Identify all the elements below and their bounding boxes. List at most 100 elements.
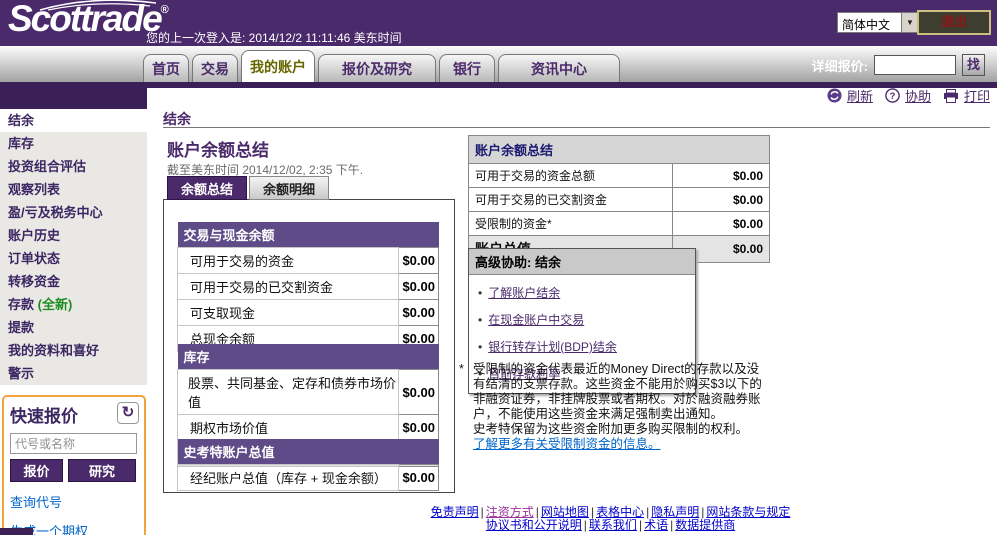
research-button[interactable]: 研究 [68,459,136,482]
quick-quote-symbol-input[interactable] [10,433,137,454]
row-value: $0.00 [399,370,439,415]
print-link[interactable]: 打印 [964,86,990,105]
row-label: 可用于交易的已交割资金 [469,188,673,212]
separator: | [481,505,484,519]
privacy-statement-link[interactable]: 隐私声明 [651,505,699,519]
row-label: 经纪账户总值（库存 + 现金余额） [178,465,399,491]
detailed-quote-label: 详细报价: [812,56,868,75]
site-map-link[interactable]: 网站地图 [541,505,589,519]
sidebar-menu: 结余 库存 投资组合评估 观察列表 盈/亏及税务中心 账户历史 订单状态 转移资… [0,109,147,385]
tab-balance-detail[interactable]: 余额明细 [249,176,329,200]
positions-table-header: 库存 [178,344,439,370]
table-row: 经纪账户总值（库存 + 现金余额）$0.00 [178,465,439,491]
help-icon[interactable]: ? [885,88,900,103]
disclaimer-link[interactable]: 免责声明 [431,505,479,519]
sidebar-item-account-history[interactable]: 账户历史 [0,224,147,247]
quick-quote-buttons: 报价 研究 [10,459,138,482]
scottrade-balances-page: Scottrade® 您的上一次登入是: 2014/12/2 11:11:46 … [0,0,997,535]
funding-methods-link[interactable]: 注资方式 [486,505,534,519]
row-label: 股票、共同基金、定存和债券市场价值 [178,370,399,415]
nav-tab-banking[interactable]: 银行 [439,54,495,83]
nav-tab-info-center[interactable]: 资讯中心 [498,54,620,83]
sidebar-item-positions[interactable]: 库存 [0,132,147,155]
sidebar-item-profile-preferences[interactable]: 我的资料和喜好 [0,339,147,362]
row-value: $0.00 [673,164,770,188]
print-icon[interactable] [943,89,959,103]
row-value: $0.00 [399,300,439,326]
breadcrumb: 结余 [163,109,191,129]
account-total-table: 史考特账户总值 经纪账户总值（库存 + 现金余额）$0.00 [177,439,439,491]
detailed-quote-input[interactable] [874,55,956,75]
account-balance-summary-table: 账户余额总结 可用于交易的资金总额$0.00 可用于交易的已交割资金$0.00 … [468,135,770,263]
detailed-quote-area: 详细报价: 找 [812,54,985,76]
nav-tab-my-account[interactable]: 我的账户 [241,50,315,83]
separator: | [639,518,642,532]
language-select[interactable]: 简体中文 ▼ [837,12,919,33]
svg-text:?: ? [890,91,896,102]
sidebar-item-transfer-funds[interactable]: 转移资金 [0,270,147,293]
logout-button[interactable]: 退出 [917,10,991,35]
nav-tabs: 首页 交易 我的账户 报价及研究 银行 资讯中心 [143,50,620,83]
quick-quote-refresh-icon[interactable]: ↻ [117,402,139,424]
separator: | [536,505,539,519]
deposits-label: 存款 [8,297,34,312]
sidebar-item-alerts[interactable]: 警示 [0,362,147,385]
nav-tab-quotes-research[interactable]: 报价及研究 [318,54,436,83]
footnote-paragraph-2: 史考特保留为这些资金附加更多购买限制的权利。 [473,422,748,436]
help-box-title: 高级协助: 结余 [469,249,695,275]
new-badge: (全新) [38,297,73,312]
row-label: 可支取现金 [178,300,399,326]
balance-tabs: 余额总结 余额明细 [167,176,329,200]
sidebar-item-watch-lists[interactable]: 观察列表 [0,178,147,201]
table-row: 受限制的资金*$0.00 [469,212,770,236]
data-providers-link[interactable]: 数据提供商 [675,518,735,532]
breadcrumb-divider [163,127,990,128]
footnote-paragraph-1: 受限制的资金代表最近的Money Direct的存款以及没有结清的支票存款。这些… [473,362,762,421]
tab-balance-summary[interactable]: 余额总结 [167,176,247,200]
sidebar-item-withdrawals[interactable]: 提款 [0,316,147,339]
table-row: 期权市场价值$0.00 [178,415,439,441]
footer-links: 免责声明|注资方式|网站地图|表格中心|隐私声明|网站条款与规定 协议书和公开说… [378,506,843,532]
sidebar-item-balances[interactable]: 结余 [0,109,147,132]
refresh-icon[interactable] [827,88,842,103]
bottom-left-purple-block [0,528,33,535]
restricted-funds-info-link[interactable]: 了解更多有关受限制资金的信息。 [473,437,661,451]
table-row: 可用于交易的资金总额$0.00 [469,164,770,188]
understand-balances-link[interactable]: 了解账户结余 [488,286,560,300]
refresh-link[interactable]: 刷新 [847,86,873,105]
row-value: $0.00 [399,248,439,274]
quote-button[interactable]: 报价 [10,459,63,482]
page-toolbar: 刷新 ? 协助 打印 [827,86,990,105]
row-label: 受限制的资金* [469,212,673,236]
bdp-balances-link[interactable]: 银行转存计划(BDP)结余 [488,340,617,354]
footnote-text: 受限制的资金代表最近的Money Direct的存款以及没有结清的支票存款。这些… [473,362,771,452]
contact-us-link[interactable]: 联系我们 [589,518,637,532]
logo-swoosh-icon [38,0,158,11]
row-label: 期权市场价值 [178,415,399,441]
agreements-disclosures-link[interactable]: 协议书和公开说明 [486,518,582,532]
sidebar-item-portfolio-review[interactable]: 投资组合评估 [0,155,147,178]
nav-tab-home[interactable]: 首页 [143,54,189,83]
quick-quote-panel: 快速报价 ↻ 报价 研究 查询代号 生成一个期权 [2,395,146,535]
summary-table-header: 账户余额总结 [469,136,770,164]
sidebar-item-deposits[interactable]: 存款 (全新) [0,293,147,316]
find-quote-button[interactable]: 找 [962,54,985,76]
separator: | [646,505,649,519]
row-value: $0.00 [673,212,770,236]
table-row: 可用于交易的已交割资金$0.00 [469,188,770,212]
nav-tab-trade[interactable]: 交易 [192,54,238,83]
row-label: 可用于交易的已交割资金 [178,274,399,300]
cash-table-header: 交易与现金余额 [178,222,439,248]
restricted-funds-footnote: * 受限制的资金代表最近的Money Direct的存款以及没有结清的支票存款。… [459,362,771,452]
help-link[interactable]: 协助 [905,86,931,105]
table-row: 可用于交易的已交割资金$0.00 [178,274,439,300]
row-value: $0.00 [399,465,439,491]
cash-account-trading-link[interactable]: 在现金账户中交易 [488,313,584,327]
balance-summary-panel: 交易与现金余额 可用于交易的资金$0.00 可用于交易的已交割资金$0.00 可… [163,199,455,493]
symbol-lookup-link[interactable]: 查询代号 [10,492,138,511]
sidebar-item-gainloss-tax-center[interactable]: 盈/亏及税务中心 [0,201,147,224]
glossary-link[interactable]: 术语 [644,518,668,532]
forms-center-link[interactable]: 表格中心 [596,505,644,519]
site-terms-link[interactable]: 网站条款与规定 [706,505,790,519]
sidebar-item-order-status[interactable]: 订单状态 [0,247,147,270]
